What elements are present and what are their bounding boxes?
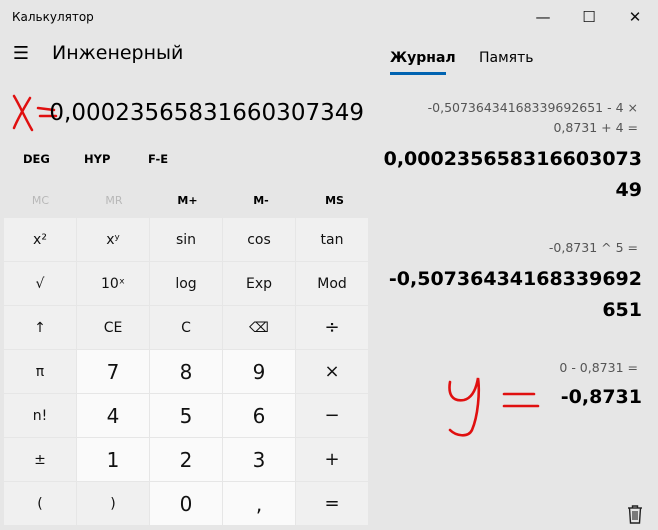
fe-button[interactable]: F-E (148, 152, 168, 166)
title-bar: Калькулятор — ☐ ✕ (0, 0, 658, 34)
clear-key[interactable]: C (150, 306, 222, 349)
cos-key[interactable]: cos (223, 218, 295, 261)
digit-8-key[interactable]: 8 (150, 350, 222, 393)
history-expression[interactable]: 0 - 0,8731 = (559, 360, 638, 375)
open-paren-key[interactable]: ( (4, 482, 76, 525)
pi-key[interactable]: π (4, 350, 76, 393)
history-expression[interactable]: -0,50736434168339692651 - 4 × (428, 100, 638, 115)
minus-key[interactable]: − (296, 394, 368, 437)
tab-journal[interactable]: Журнал (390, 50, 456, 66)
handwritten-y-equals-icon (448, 377, 540, 437)
calculator-panel: ☰ Инженерный 0,00023565831660307349 DEG … (0, 34, 374, 530)
digit-6-key[interactable]: 6 (223, 394, 295, 437)
history-expression[interactable]: -0,8731 ^ 5 = (549, 240, 638, 255)
ten-power-x-key[interactable]: 10ˣ (77, 262, 149, 305)
negate-key[interactable]: ± (4, 438, 76, 481)
exp-key[interactable]: Exp (223, 262, 295, 305)
memory-mminus-button[interactable]: M- (225, 184, 298, 216)
active-tab-indicator (390, 72, 446, 75)
shift-key[interactable]: ↑ (4, 306, 76, 349)
digit-2-key[interactable]: 2 (150, 438, 222, 481)
history-result[interactable]: 651 (602, 295, 642, 326)
backspace-key[interactable]: ⌫ (223, 306, 295, 349)
equals-key[interactable]: = (296, 482, 368, 525)
close-paren-key[interactable]: ) (77, 482, 149, 525)
log-key[interactable]: log (150, 262, 222, 305)
history-result[interactable]: -0,8731 (561, 382, 642, 413)
plus-key[interactable]: + (296, 438, 368, 481)
trash-icon[interactable] (626, 504, 644, 524)
x-squared-key[interactable]: x² (4, 218, 76, 261)
memory-buttons-row: MC MR M+ M- MS (4, 184, 372, 216)
factorial-key[interactable]: n! (4, 394, 76, 437)
deg-button[interactable]: DEG (23, 152, 50, 166)
tan-key[interactable]: tan (296, 218, 368, 261)
memory-mr-button[interactable]: MR (78, 184, 151, 216)
digit-3-key[interactable]: 3 (223, 438, 295, 481)
memory-mplus-button[interactable]: M+ (151, 184, 224, 216)
mode-title: Инженерный (52, 42, 184, 64)
mod-key[interactable]: Mod (296, 262, 368, 305)
minimize-button[interactable]: — (520, 0, 566, 34)
close-button[interactable]: ✕ (612, 0, 658, 34)
history-result[interactable]: 0,000235658316603073 (384, 144, 642, 175)
digit-1-key[interactable]: 1 (77, 438, 149, 481)
clear-entry-key[interactable]: CE (77, 306, 149, 349)
memory-mc-button[interactable]: MC (4, 184, 77, 216)
history-panel: Журнал Память -0,50736434168339692651 - … (374, 34, 658, 530)
x-power-y-key[interactable]: xʸ (77, 218, 149, 261)
memory-ms-button[interactable]: MS (298, 184, 371, 216)
digit-4-key[interactable]: 4 (77, 394, 149, 437)
sqrt-key[interactable]: √ (4, 262, 76, 305)
digit-9-key[interactable]: 9 (223, 350, 295, 393)
keypad: x² xʸ sin cos tan √ 10ˣ log Exp Mod ↑ CE C ⌫ ÷ π 7 8 9 × n! 4… (4, 218, 372, 525)
divide-key[interactable]: ÷ (296, 306, 368, 349)
app-title: Калькулятор (12, 10, 94, 24)
history-expression[interactable]: 0,8731 + 4 = (553, 120, 638, 135)
maximize-button[interactable]: ☐ (566, 0, 612, 34)
digit-7-key[interactable]: 7 (77, 350, 149, 393)
decimal-key[interactable]: , (223, 482, 295, 525)
hyp-button[interactable]: HYP (84, 152, 110, 166)
history-result[interactable]: -0,50736434168339692 (389, 264, 642, 295)
multiply-key[interactable]: × (296, 350, 368, 393)
mode-buttons-row: DEG HYP F-E (6, 152, 372, 176)
menu-icon[interactable]: ☰ (10, 44, 32, 64)
tab-memory[interactable]: Память (479, 50, 534, 66)
digit-0-key[interactable]: 0 (150, 482, 222, 525)
digit-5-key[interactable]: 5 (150, 394, 222, 437)
display-value: 0,00023565831660307349 (49, 100, 364, 126)
sin-key[interactable]: sin (150, 218, 222, 261)
history-result[interactable]: 49 (616, 175, 642, 206)
